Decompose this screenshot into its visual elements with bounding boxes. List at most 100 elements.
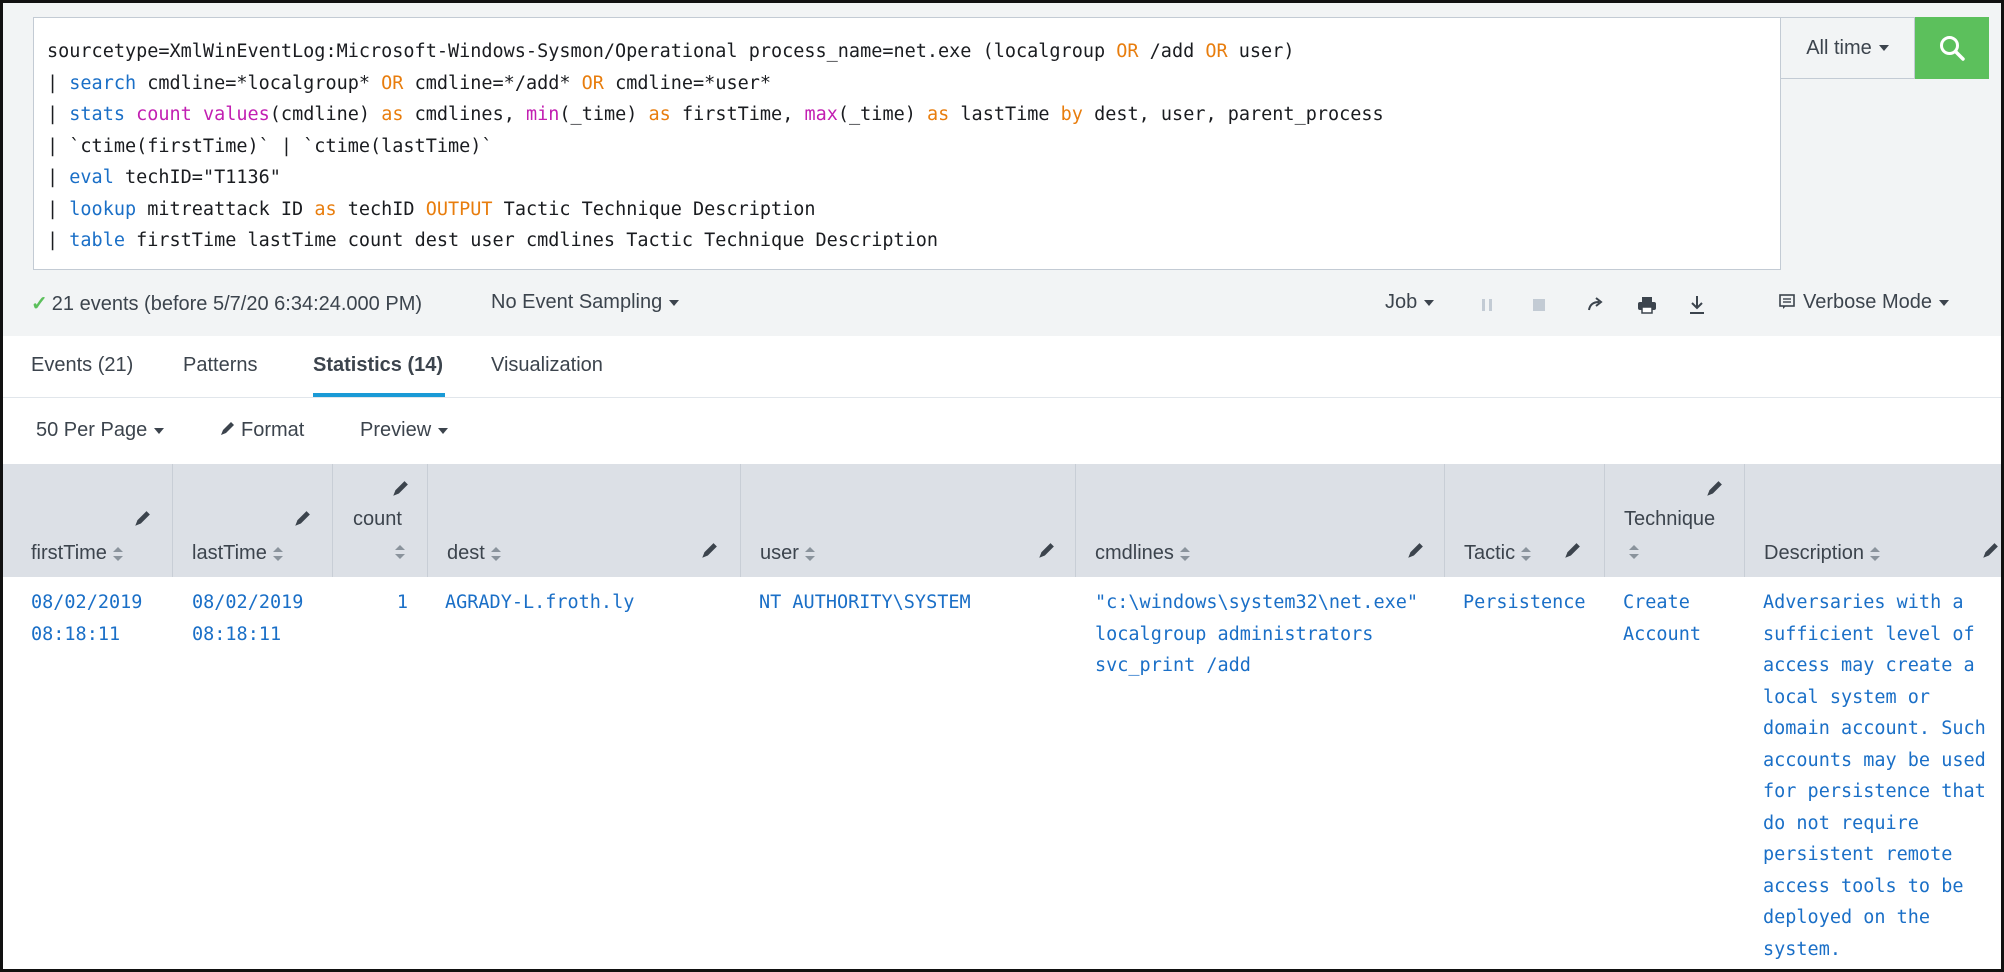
pencil-icon (221, 422, 234, 435)
table-controls: 50 Per Page Format Preview (3, 399, 2001, 463)
search-mode-dropdown[interactable]: Verbose Mode (1779, 291, 1949, 314)
event-count-status: ✓ 21 events (before 5/7/20 6:34:24.000 PM… (31, 291, 422, 316)
tab-events[interactable]: Events (21) (31, 354, 133, 377)
sort-icon[interactable] (272, 546, 283, 561)
query-line: | search cmdline=*localgroup* OR cmdline… (47, 72, 772, 94)
pencil-icon[interactable] (700, 542, 718, 560)
search-page: sourcetype=XmlWinEventLog:Microsoft-Wind… (0, 0, 2004, 972)
pencil-icon[interactable] (1037, 542, 1055, 560)
cell-line: accounts may be used (1763, 749, 1986, 771)
column-header-tactic[interactable]: Tactic (1445, 464, 1605, 577)
column-header-lastTime[interactable]: lastTime (173, 464, 333, 577)
job-menu-label: Job (1385, 291, 1418, 313)
chevron-down-icon (669, 299, 680, 306)
preview-label: Preview (360, 419, 432, 441)
column-header-dest[interactable]: dest (428, 464, 741, 577)
cell-lastTime[interactable]: 08/02/2019 08:18:11 (192, 587, 303, 650)
sort-icon[interactable] (112, 546, 123, 561)
cell-line: 08:18:11 (31, 623, 121, 645)
event-count-text: 21 events (before 5/7/20 6:34:24.000 PM) (51, 293, 423, 315)
column-header-count[interactable]: count (333, 464, 428, 577)
per-page-label: 50 Per Page (36, 419, 148, 441)
sort-icon[interactable] (395, 545, 405, 559)
cell-user[interactable]: NT AUTHORITY\SYSTEM (759, 587, 971, 619)
column-label: Technique (1624, 508, 1716, 530)
search-query-input[interactable]: sourcetype=XmlWinEventLog:Microsoft-Wind… (33, 17, 1781, 270)
column-label: user (760, 542, 799, 564)
cell-line: svc_print /add (1095, 655, 1251, 676)
share-icon[interactable] (1583, 293, 1607, 317)
tab-statistics[interactable]: Statistics (14) (313, 354, 443, 377)
column-label: dest (447, 542, 485, 564)
pencil-icon[interactable] (133, 510, 151, 528)
tab-patterns[interactable]: Patterns (183, 354, 257, 377)
search-button[interactable] (1915, 17, 1989, 79)
chevron-down-icon (438, 427, 449, 434)
cell-line: for persistence that (1763, 781, 1986, 802)
cell-line: sufficient level of (1763, 623, 1975, 645)
checkmark-icon: ✓ (31, 293, 48, 315)
cell-line: access may create a (1763, 655, 1975, 676)
format-button[interactable]: Format (219, 419, 304, 442)
sort-icon[interactable] (490, 546, 501, 561)
column-header-firstTime[interactable]: firstTime (3, 464, 173, 577)
mode-icon (1779, 294, 1795, 309)
cell-line: 08/02/2019 (31, 592, 143, 613)
table-header: firstTime lastTime count dest user cmdli… (3, 464, 2001, 577)
cell-line: do not require (1763, 812, 1919, 834)
job-menu-dropdown[interactable]: Job (1385, 291, 1435, 314)
pencil-icon[interactable] (1981, 542, 1999, 560)
per-page-dropdown[interactable]: 50 Per Page (36, 419, 165, 442)
print-icon[interactable] (1635, 293, 1659, 317)
cell-dest[interactable]: AGRADY-L.froth.ly (445, 587, 634, 619)
cell-firstTime[interactable]: 08/02/2019 08:18:11 (31, 587, 142, 650)
cell-line: Adversaries with a (1763, 592, 1964, 613)
chevron-down-icon (1424, 299, 1435, 306)
cell-line: "c:\windows\system32\net.exe" (1095, 592, 1419, 613)
column-header-description[interactable]: Description (1745, 464, 2001, 577)
column-header-cmdlines[interactable]: cmdlines (1076, 464, 1445, 577)
pencil-icon[interactable] (1406, 542, 1424, 560)
time-range-label: All time (1806, 36, 1872, 59)
preview-dropdown[interactable]: Preview (360, 419, 449, 442)
sort-icon[interactable] (1629, 545, 1639, 559)
results-table-body: 08/02/2019 08:18:11 08/02/2019 08:18:11 … (3, 577, 2001, 969)
download-icon[interactable] (1685, 293, 1709, 317)
cell-line: 08/02/2019 (192, 592, 304, 613)
column-label: firstTime (31, 542, 107, 564)
sort-icon[interactable] (1521, 546, 1532, 561)
tab-visualization[interactable]: Visualization (491, 354, 603, 377)
active-tab-indicator (313, 393, 445, 397)
search-bar-area: sourcetype=XmlWinEventLog:Microsoft-Wind… (3, 3, 2001, 336)
pencil-icon[interactable] (391, 480, 409, 498)
sort-icon[interactable] (1870, 546, 1881, 561)
cell-tactic[interactable]: Persistence (1463, 587, 1586, 619)
time-range-picker[interactable]: All time (1781, 17, 1915, 79)
cell-line: persistent remote (1763, 844, 1953, 865)
sort-icon[interactable] (804, 546, 815, 561)
pause-icon[interactable] (1475, 293, 1499, 317)
query-text: sourcetype=XmlWinEventLog:Microsoft-Wind… (47, 36, 1384, 257)
cell-line: 08:18:11 (192, 623, 282, 645)
column-header-technique[interactable]: Technique (1605, 464, 1745, 577)
event-sampling-dropdown[interactable]: No Event Sampling (491, 291, 680, 314)
column-label: lastTime (192, 542, 267, 564)
cell-line: local system or (1763, 686, 1931, 708)
column-label: count (353, 508, 402, 530)
cell-count[interactable]: 1 (333, 587, 408, 619)
chevron-down-icon (1938, 299, 1949, 306)
cell-cmdlines[interactable]: "c:\windows\system32\net.exe" localgroup… (1095, 587, 1418, 682)
cell-description[interactable]: Adversaries with a sufficient level of a… (1763, 587, 1986, 965)
cell-technique[interactable]: Create Account (1623, 587, 1701, 650)
query-line: | eval techID="T1136" (47, 167, 281, 188)
pencil-icon[interactable] (1563, 542, 1581, 560)
results-tabs: Events (21) Patterns Statistics (14) Vis… (3, 336, 2001, 398)
sort-icon[interactable] (1179, 546, 1190, 561)
column-header-user[interactable]: user (741, 464, 1076, 577)
chevron-down-icon (154, 427, 165, 434)
column-label: Tactic (1464, 542, 1516, 564)
stop-icon[interactable] (1527, 293, 1551, 317)
pencil-icon[interactable] (1705, 480, 1723, 498)
pencil-icon[interactable] (293, 510, 311, 528)
cell-line: domain account. Such (1763, 718, 1986, 739)
